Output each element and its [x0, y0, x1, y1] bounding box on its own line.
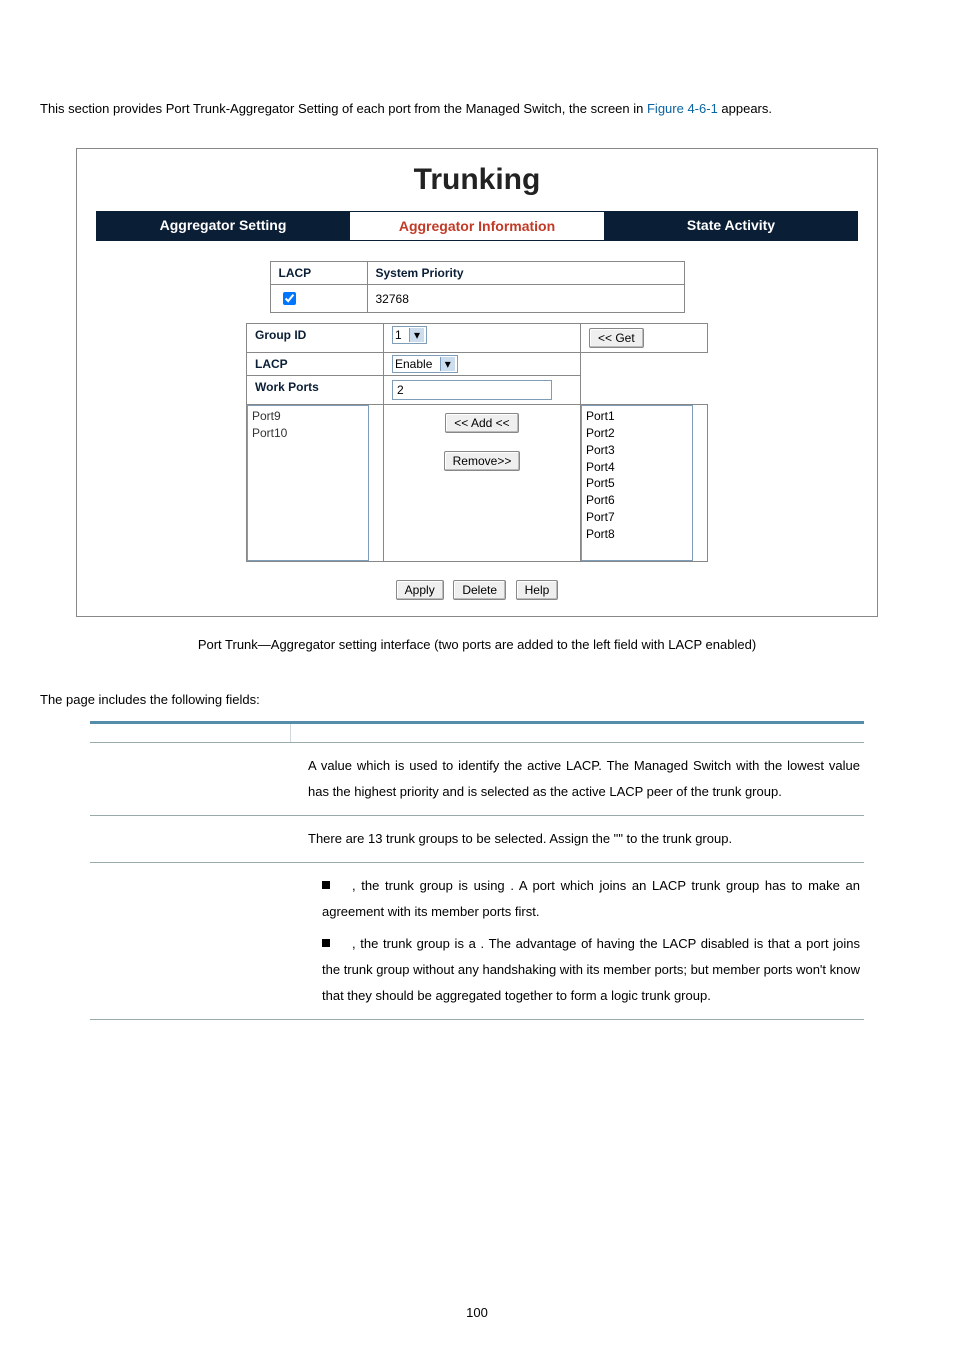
- desc-text: " to the trunk group.: [618, 831, 732, 846]
- list-item[interactable]: Port7: [586, 509, 688, 526]
- lacp-checkbox[interactable]: [283, 292, 296, 305]
- list-item[interactable]: Port6: [586, 492, 688, 509]
- page-number: 100: [0, 1305, 954, 1320]
- desc-text: , the trunk group is using: [352, 878, 510, 893]
- system-priority-value[interactable]: 32768: [376, 292, 409, 306]
- intro-post: appears.: [718, 101, 772, 116]
- work-ports-label: Work Ports: [247, 376, 384, 405]
- group-id-label: Group ID: [247, 324, 384, 353]
- field-desc-cell: There are 13 trunk groups to be selected…: [304, 816, 864, 862]
- right-ports-cell: Port1 Port2 Port3 Port4 Port5 Port6 Port…: [581, 405, 708, 562]
- list-item[interactable]: Port2: [586, 425, 688, 442]
- list-item[interactable]: Port3: [586, 442, 688, 459]
- list-item[interactable]: Port8: [586, 526, 688, 543]
- add-button[interactable]: << Add <<: [445, 413, 518, 433]
- square-bullet-icon: [322, 881, 330, 889]
- table-row: , the trunk group is using . A port whic…: [90, 863, 864, 1020]
- dropdown-arrow-icon: ▾: [409, 328, 424, 342]
- system-priority-header-cell: System Priority: [367, 262, 684, 285]
- field-name-cell: [90, 743, 304, 815]
- desc-text: There are 13 trunk groups to be selected…: [308, 831, 618, 846]
- lacp-header-cell: LACP: [270, 262, 367, 285]
- field-name-cell: [90, 816, 304, 862]
- tab-state-activity[interactable]: State Activity: [604, 211, 858, 241]
- fields-subheading: The page includes the following fields:: [40, 692, 914, 707]
- right-ports-listbox[interactable]: Port1 Port2 Port3 Port4 Port5 Port6 Port…: [581, 405, 693, 561]
- intro-pre: This section provides Port Trunk-Aggrega…: [40, 101, 647, 116]
- apply-button[interactable]: Apply: [396, 580, 444, 600]
- action-button-row: Apply Delete Help: [77, 580, 877, 616]
- remove-button[interactable]: Remove>>: [444, 451, 521, 471]
- config-table: Group ID 1 ▾ << Get LACP Enable ▾: [246, 323, 708, 562]
- desc-text: , the trunk group is a: [352, 936, 481, 951]
- help-button[interactable]: Help: [516, 580, 559, 600]
- lacp-select[interactable]: Enable ▾: [392, 355, 458, 373]
- description-table: A value which is used to identify the ac…: [90, 721, 864, 1020]
- lacp-priority-table: LACP System Priority 32768: [270, 261, 685, 313]
- table-row: There are 13 trunk groups to be selected…: [90, 816, 864, 863]
- list-item[interactable]: Port5: [586, 475, 688, 492]
- list-item[interactable]: Port4: [586, 459, 688, 476]
- group-id-value: 1: [395, 328, 402, 342]
- add-remove-cell: << Add << Remove>>: [384, 405, 581, 562]
- get-cell: << Get: [581, 324, 708, 353]
- screenshot-frame: Trunking Aggregator Setting Aggregator I…: [76, 148, 878, 617]
- table-row: A value which is used to identify the ac…: [90, 743, 864, 816]
- lacp-checkbox-cell: [270, 285, 367, 313]
- list-item[interactable]: Port10: [252, 425, 364, 442]
- lacp-row-cell: Enable ▾: [384, 353, 581, 376]
- group-id-cell: 1 ▾: [384, 324, 581, 353]
- left-ports-cell: Port9 Port10: [247, 405, 384, 562]
- figure-link[interactable]: Figure 4-6-1: [647, 101, 718, 116]
- table-header-row: [90, 724, 864, 743]
- group-id-select[interactable]: 1 ▾: [392, 326, 427, 344]
- work-ports-input[interactable]: 2: [392, 380, 552, 400]
- field-name-cell: [90, 863, 304, 1019]
- field-desc-cell: A value which is used to identify the ac…: [304, 743, 864, 815]
- system-priority-value-cell: 32768: [367, 285, 684, 313]
- list-item[interactable]: Port1: [586, 408, 688, 425]
- figure-caption: Port Trunk—Aggregator setting interface …: [40, 637, 914, 652]
- tab-row: Aggregator Setting Aggregator Informatio…: [96, 211, 858, 241]
- dropdown-arrow-icon: ▾: [440, 357, 455, 371]
- delete-button[interactable]: Delete: [453, 580, 506, 600]
- tab-aggregator-setting[interactable]: Aggregator Setting: [96, 211, 350, 241]
- lacp-row-label: LACP: [247, 353, 384, 376]
- left-ports-listbox[interactable]: Port9 Port10: [247, 405, 369, 561]
- list-item[interactable]: Port9: [252, 408, 364, 425]
- lacp-select-value: Enable: [395, 357, 432, 371]
- screenshot-title: Trunking: [77, 149, 877, 211]
- intro-paragraph: This section provides Port Trunk-Aggrega…: [40, 93, 914, 124]
- field-desc-cell: , the trunk group is using . A port whic…: [304, 863, 864, 1019]
- square-bullet-icon: [322, 939, 330, 947]
- work-ports-cell: 2: [384, 376, 581, 405]
- get-button[interactable]: << Get: [589, 328, 644, 348]
- tab-aggregator-information[interactable]: Aggregator Information: [350, 211, 604, 241]
